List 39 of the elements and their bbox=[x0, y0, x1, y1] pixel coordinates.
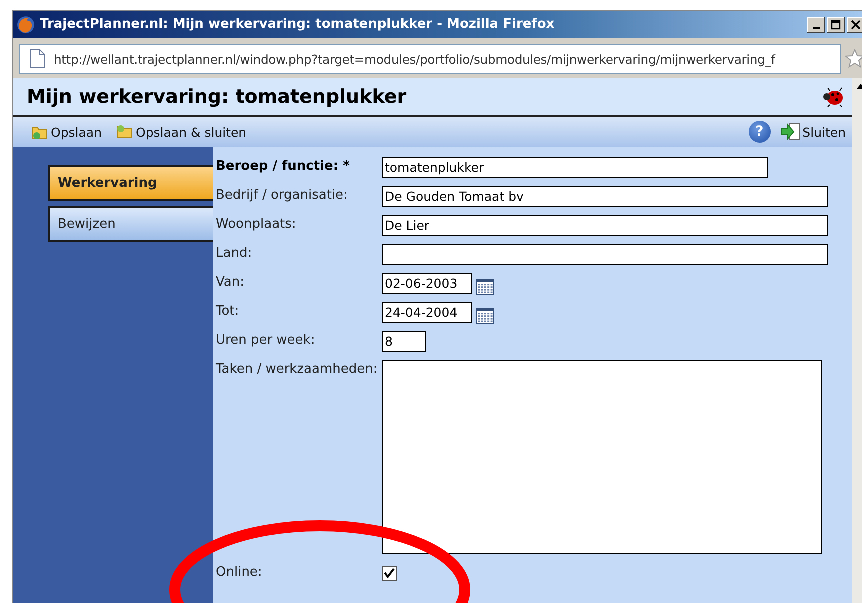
star-icon[interactable] bbox=[845, 49, 862, 69]
field-label: Uren per week: bbox=[216, 332, 316, 348]
close-icon bbox=[851, 20, 861, 30]
folder-icon bbox=[116, 123, 134, 141]
close-page-button[interactable]: Sluiten bbox=[780, 123, 846, 141]
date-field[interactable]: 24-04-2004 bbox=[382, 302, 472, 323]
text-field[interactable] bbox=[382, 244, 828, 265]
address-bar[interactable]: http://wellant.trajectplanner.nl/window.php?target=modules/portfolio/submodules/mijnwerkervaring/mijnwerkervaring_f bbox=[19, 44, 841, 74]
browser-logo-icon bbox=[17, 16, 35, 34]
field-label: Online: bbox=[216, 564, 264, 580]
text-field[interactable]: 8 bbox=[382, 331, 426, 352]
field-label: Bedrijf / organisatie: bbox=[216, 187, 349, 203]
text-field[interactable]: De Lier bbox=[382, 215, 828, 236]
field-label: Van: bbox=[216, 274, 246, 290]
field-label: Woonplaats: bbox=[216, 216, 298, 232]
field-label: Land: bbox=[216, 245, 254, 261]
text-field[interactable]: tomatenplukker bbox=[382, 157, 768, 178]
nav-tab[interactable]: Bewijzen bbox=[48, 206, 213, 242]
checkbox[interactable] bbox=[382, 566, 397, 581]
save-close-button[interactable]: Opslaan & sluiten bbox=[116, 123, 247, 141]
close-button[interactable] bbox=[847, 16, 862, 32]
calendar-icon[interactable] bbox=[476, 279, 494, 295]
page-title: Mijn werkervaring: tomatenplukker bbox=[27, 86, 407, 108]
minimize-icon bbox=[812, 27, 820, 29]
date-field[interactable]: 02-06-2003 bbox=[382, 273, 472, 294]
page-icon bbox=[30, 49, 46, 69]
calendar-icon[interactable] bbox=[476, 308, 494, 324]
exit-arrow-icon bbox=[780, 123, 801, 141]
text-field[interactable]: De Gouden Tomaat bv bbox=[382, 186, 828, 207]
window-title: TrajectPlanner.nl: Mijn werkervaring: tomatenplukker - Mozilla Firefox bbox=[40, 17, 555, 32]
text-area[interactable] bbox=[382, 360, 822, 554]
field-label: Beroep / functie: * bbox=[216, 158, 351, 174]
nav-tab[interactable]: Werkervaring bbox=[48, 165, 213, 201]
maximize-button[interactable] bbox=[827, 16, 845, 32]
save-button[interactable]: Opslaan bbox=[31, 123, 102, 141]
field-label: Tot: bbox=[216, 303, 240, 319]
maximize-icon bbox=[831, 20, 841, 30]
field-label: Taken / werkzaamheden: bbox=[216, 361, 379, 377]
minimize-button[interactable] bbox=[807, 16, 825, 32]
